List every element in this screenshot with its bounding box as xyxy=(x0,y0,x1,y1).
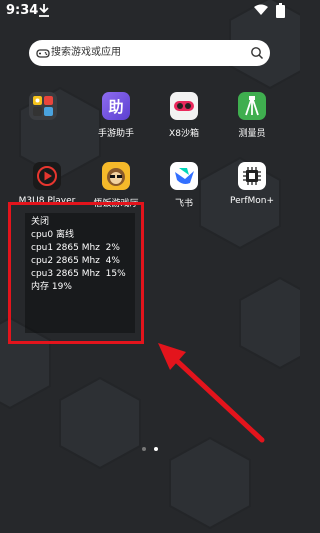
perf-monitor-panel: 关闭 cpu0 离线 cpu1 2865 Mhz 2% cpu2 2865 Mh… xyxy=(25,213,135,333)
app-surveyor[interactable]: 测量员 xyxy=(220,92,284,152)
memory-status: 内存 19% xyxy=(31,282,72,292)
app-shouyou-assistant[interactable]: 助 手游助手 xyxy=(84,92,148,152)
cpu2-status: cpu2 2865 Mhz 4% xyxy=(31,256,120,266)
cpu1-status: cpu1 2865 Mhz 2% xyxy=(31,243,120,253)
gamepad-icon xyxy=(36,49,50,58)
search-bar[interactable]: 搜索游戏或应用 xyxy=(29,40,270,66)
cpu0-status: cpu0 离线 xyxy=(31,230,74,240)
app-folder-icon xyxy=(29,92,57,120)
wufan-game-hall-icon xyxy=(102,162,130,190)
app-label: X8沙箱 xyxy=(169,129,199,139)
battery-icon xyxy=(276,3,285,18)
app-label: PerfMon+ xyxy=(229,196,275,206)
status-time: 9:34 xyxy=(6,3,39,18)
page-dot-active[interactable] xyxy=(154,447,158,451)
search-icon[interactable] xyxy=(250,46,264,60)
overlay-close[interactable]: 关闭 xyxy=(31,216,49,229)
m3u8-player-icon xyxy=(33,162,61,190)
search-placeholder: 搜索游戏或应用 xyxy=(51,47,121,58)
download-icon xyxy=(39,4,49,17)
app-perfmon[interactable]: PerfMon+ xyxy=(220,162,284,222)
perfmon-chip-icon xyxy=(238,162,266,190)
highlight-box: 关闭 cpu0 离线 cpu1 2865 Mhz 2% cpu2 2865 Mh… xyxy=(8,202,144,344)
app-x8-sandbox[interactable]: X8沙箱 xyxy=(152,92,216,152)
status-bar: 9:34 xyxy=(0,0,300,24)
x8-sandbox-icon xyxy=(170,92,198,120)
page-indicator xyxy=(140,447,164,455)
app-folder[interactable] xyxy=(11,92,75,152)
app-feishu[interactable]: 飞书 xyxy=(152,162,216,222)
cpu3-status: cpu3 2865 Mhz 15% xyxy=(31,269,126,279)
wifi-icon xyxy=(254,4,268,15)
app-label: 手游助手 xyxy=(97,129,134,139)
feishu-icon xyxy=(170,162,198,190)
surveyor-icon xyxy=(238,92,266,120)
shouyou-assistant-icon: 助 xyxy=(102,92,130,120)
app-label: 飞书 xyxy=(174,199,193,209)
app-label: 测量员 xyxy=(238,129,266,139)
svg-text:助: 助 xyxy=(108,98,123,116)
page-dot[interactable] xyxy=(142,447,146,451)
